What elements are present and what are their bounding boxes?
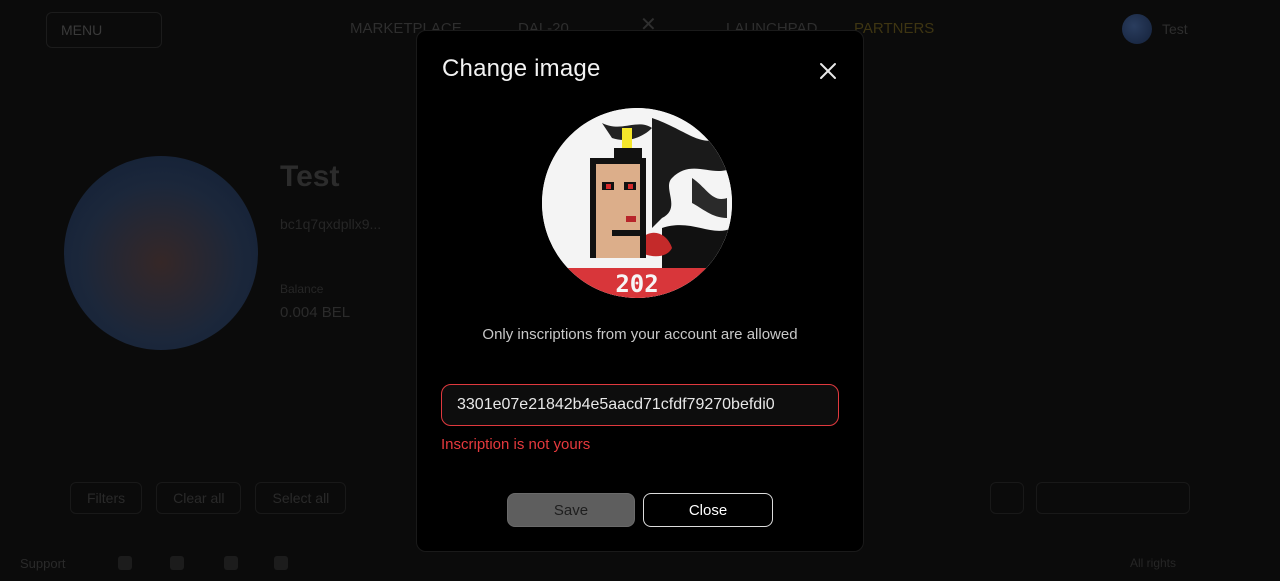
profile-name: Test [280, 160, 340, 193]
profile-address: bc1q7qxdpllx9... [280, 216, 382, 232]
inscription-preview-image: 202 [542, 108, 732, 298]
sort-dropdown[interactable] [1036, 482, 1190, 514]
balance-label: Balance [280, 282, 324, 296]
footer-right-text: All rights [1130, 556, 1177, 570]
profile-avatar [64, 156, 258, 350]
change-image-modal: Change image 202 Only inscriptions from … [416, 30, 864, 552]
balance-value: 0.004 BEL [280, 304, 351, 321]
footer: Support All rights [0, 548, 1280, 581]
select-all-button[interactable]: Select all [255, 482, 347, 514]
error-message: Inscription is not yours [441, 436, 591, 453]
avatar [1122, 14, 1152, 44]
view-tools [990, 482, 1190, 514]
save-button[interactable]: Save [507, 493, 635, 527]
filter-bar: Filters Clear all Select all [70, 482, 347, 514]
preview-badge-text: 202 [615, 270, 658, 298]
clear-all-button[interactable]: Clear all [156, 482, 242, 514]
inscription-id-field [441, 384, 839, 426]
allowed-inscriptions-hint: Only inscriptions from your account are … [482, 326, 798, 343]
menu-button[interactable]: MENU [46, 12, 162, 48]
inscription-id-input[interactable] [442, 385, 838, 425]
user-name: Test [1162, 21, 1188, 37]
telegram-icon[interactable] [224, 556, 238, 570]
github-icon[interactable] [274, 556, 288, 570]
filters-button[interactable]: Filters [70, 482, 143, 514]
twitter-icon[interactable] [118, 556, 132, 570]
support-link[interactable]: Support [20, 556, 66, 571]
nav-link-partners[interactable]: PARTNERS [854, 20, 934, 37]
close-button[interactable]: Close [643, 493, 773, 527]
modal-title: Change image [442, 55, 601, 82]
close-icon[interactable] [817, 60, 839, 82]
user-menu[interactable]: Test [1122, 14, 1188, 44]
grid-view-button[interactable] [990, 482, 1024, 514]
discord-icon[interactable] [170, 556, 184, 570]
